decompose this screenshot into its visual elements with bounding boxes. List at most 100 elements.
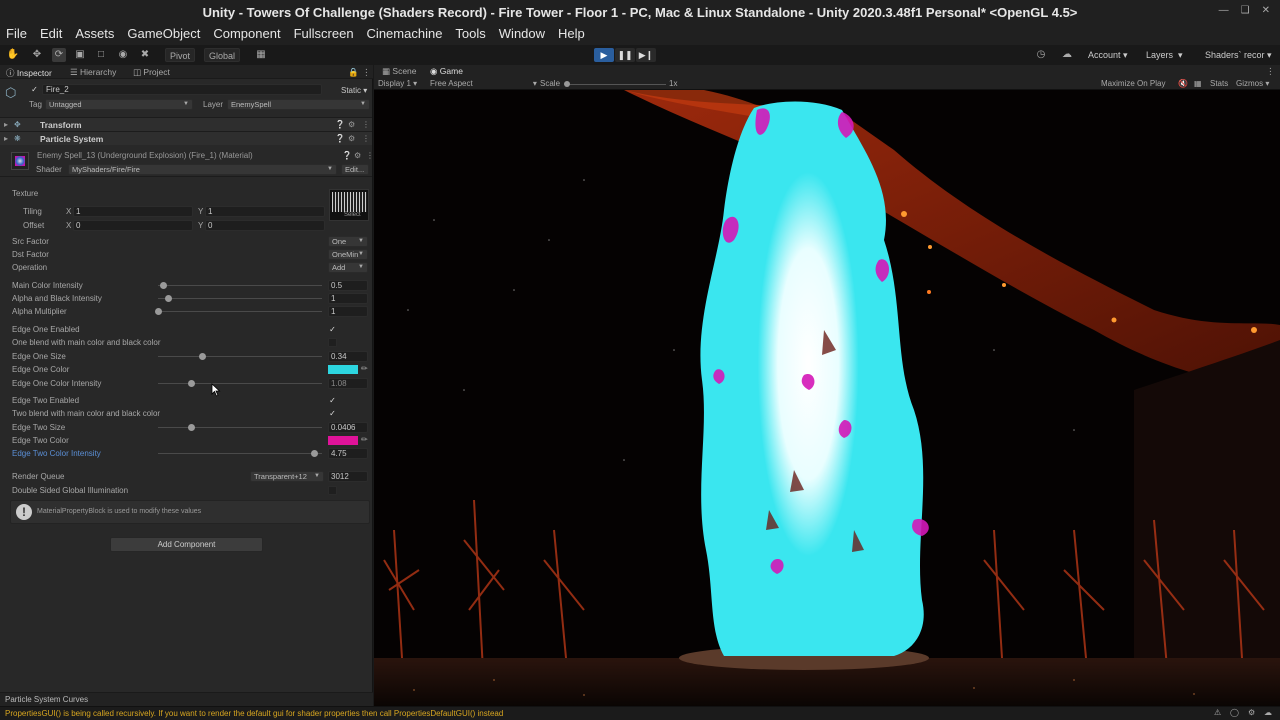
tiling-x-field[interactable]: 1 bbox=[73, 206, 193, 217]
menu-window[interactable]: Window bbox=[495, 24, 549, 45]
game-render[interactable] bbox=[374, 90, 1280, 706]
rotate-tool-icon[interactable]: ⟳ bbox=[52, 48, 66, 62]
edge-one-enabled-checkbox[interactable]: ✓ bbox=[328, 325, 337, 334]
slider-handle[interactable] bbox=[159, 282, 167, 289]
help-icon[interactable]: ❔ bbox=[335, 120, 345, 129]
object-name-field[interactable]: Fire_2 bbox=[42, 84, 322, 95]
double-sided-checkbox[interactable] bbox=[328, 486, 337, 495]
scale-tool-icon[interactable]: ▣ bbox=[73, 48, 87, 62]
close-icon[interactable]: ✕ bbox=[1262, 5, 1270, 16]
menu-help[interactable]: Help bbox=[554, 24, 589, 45]
edge-one-intensity-slider[interactable] bbox=[158, 383, 322, 384]
rect-tool-icon[interactable]: □ bbox=[94, 48, 108, 62]
particle-curves-bar[interactable]: Particle System Curves bbox=[0, 692, 373, 706]
two-blend-checkbox[interactable]: ✓ bbox=[328, 409, 337, 418]
tab-hierarchy[interactable]: ☰ Hierarchy bbox=[70, 67, 116, 78]
edge-one-intensity-field[interactable]: 1.08 bbox=[328, 378, 368, 389]
menu-gameobject[interactable]: GameObject bbox=[123, 24, 204, 45]
pause-button[interactable]: ❚❚ bbox=[615, 48, 635, 62]
menu-cinemachine[interactable]: Cinemachine bbox=[363, 24, 447, 45]
panel-menu-icon[interactable]: ⋮ bbox=[362, 67, 371, 78]
add-component-button[interactable]: Add Component bbox=[110, 537, 263, 552]
eyedropper-icon[interactable]: ✏ bbox=[361, 435, 368, 444]
scale-slider-handle[interactable] bbox=[564, 81, 570, 87]
slider-handle[interactable] bbox=[187, 424, 195, 431]
shader-dropdown[interactable]: MyShaders/Fire/Fire ▼ bbox=[68, 164, 337, 175]
stats-icon[interactable]: ▦ bbox=[1194, 79, 1202, 88]
slider-handle[interactable] bbox=[199, 353, 207, 360]
menu-file[interactable]: File bbox=[2, 24, 31, 45]
slider-handle[interactable] bbox=[155, 308, 162, 315]
layers-dropdown[interactable]: Layers ▾ bbox=[1146, 48, 1183, 62]
tab-game[interactable]: ◉ Game bbox=[430, 66, 463, 77]
dst-factor-dropdown[interactable]: OneMin ▼ bbox=[328, 249, 368, 260]
help-icon[interactable]: ❔ bbox=[342, 151, 352, 160]
particle-system-component[interactable]: ▸ ❋ Particle System ❔ ⚙ ⋮ bbox=[0, 131, 372, 145]
mute-icon[interactable]: 🔇 bbox=[1178, 79, 1188, 88]
settings-icon[interactable]: ⚙ bbox=[348, 134, 355, 143]
stats-toggle[interactable]: Stats bbox=[1210, 79, 1228, 88]
active-checkbox[interactable]: ✓ bbox=[30, 85, 39, 94]
display-dropdown[interactable]: Display 1 ▾ bbox=[378, 79, 417, 88]
static-toggle[interactable]: Static ▾ bbox=[341, 86, 367, 95]
lock-icon[interactable]: 🔒 bbox=[348, 67, 359, 78]
warning-icon[interactable]: ⚠ bbox=[1214, 708, 1221, 717]
help-icon[interactable]: ❔ bbox=[335, 134, 345, 143]
tiling-y-field[interactable]: 1 bbox=[205, 206, 325, 217]
maximize-icon[interactable]: ❑ bbox=[1241, 5, 1250, 16]
edge-two-color-swatch[interactable] bbox=[328, 436, 358, 445]
step-button[interactable]: ▶❙ bbox=[636, 48, 656, 62]
custom-tool-icon[interactable]: ✖ bbox=[138, 48, 152, 62]
pivot-toggle[interactable]: Pivot bbox=[165, 48, 196, 62]
render-queue-field[interactable]: 3012 bbox=[328, 471, 368, 482]
tab-inspector[interactable]: ⓘ Inspector bbox=[6, 67, 52, 79]
menu-fullscreen[interactable]: Fullscreen bbox=[290, 24, 358, 45]
transform-tool-icon[interactable]: ◉ bbox=[116, 48, 130, 62]
render-queue-dropdown[interactable]: Transparent+12 ▼ bbox=[250, 471, 324, 482]
panel-menu-icon[interactable]: ⋮ bbox=[1266, 66, 1275, 77]
edge-one-size-field[interactable]: 0.34 bbox=[328, 351, 368, 362]
src-factor-dropdown[interactable]: One ▼ bbox=[328, 236, 368, 247]
play-button[interactable]: ▶ bbox=[594, 48, 614, 62]
tag-dropdown[interactable]: Untagged ▼ bbox=[45, 99, 193, 110]
slider-handle[interactable] bbox=[310, 450, 318, 457]
menu-edit[interactable]: Edit bbox=[36, 24, 66, 45]
tab-scene[interactable]: ▦ Scene bbox=[382, 66, 417, 77]
offset-y-field[interactable]: 0 bbox=[205, 220, 325, 231]
account-dropdown[interactable]: Account ▾ bbox=[1088, 48, 1128, 62]
aspect-dropdown[interactable]: Free Aspect ▾ bbox=[430, 79, 537, 88]
edit-shader-button[interactable]: Edit... bbox=[341, 164, 369, 175]
slider-handle[interactable] bbox=[187, 380, 195, 387]
edge-one-color-swatch[interactable] bbox=[328, 365, 358, 374]
main-color-intensity-field[interactable]: 0.5 bbox=[328, 280, 368, 291]
collab-icon[interactable]: ☁ bbox=[1264, 708, 1272, 717]
edge-two-intensity-field[interactable]: 4.75 bbox=[328, 448, 368, 459]
move-tool-icon[interactable]: ✥ bbox=[30, 48, 44, 62]
one-blend-checkbox[interactable] bbox=[328, 338, 337, 347]
alpha-mult-slider[interactable] bbox=[158, 311, 322, 312]
layer-dropdown[interactable]: EnemySpell ▼ bbox=[227, 99, 370, 110]
menu-assets[interactable]: Assets bbox=[71, 24, 118, 45]
menu-tools[interactable]: Tools bbox=[451, 24, 489, 45]
operation-dropdown[interactable]: Add ▼ bbox=[328, 262, 368, 273]
maximize-toggle[interactable]: Maximize On Play bbox=[1101, 79, 1165, 88]
global-toggle[interactable]: Global bbox=[204, 48, 241, 62]
hand-tool-icon[interactable]: ✋ bbox=[6, 48, 20, 62]
edge-two-intensity-slider[interactable] bbox=[158, 453, 322, 454]
alpha-black-slider[interactable] bbox=[158, 298, 322, 299]
main-color-intensity-slider[interactable] bbox=[158, 285, 322, 286]
status-message[interactable]: PropertiesGUI() is being called recursiv… bbox=[5, 709, 503, 718]
offset-x-field[interactable]: 0 bbox=[73, 220, 193, 231]
settings-icon[interactable]: ⚙ bbox=[1248, 708, 1255, 717]
menu-component[interactable]: Component bbox=[209, 24, 284, 45]
scale-slider[interactable] bbox=[566, 84, 666, 85]
more-icon[interactable]: ⋮ bbox=[362, 120, 370, 129]
edge-one-size-slider[interactable] bbox=[158, 356, 322, 357]
grid-snap-icon[interactable]: ▦ bbox=[254, 48, 268, 62]
tab-project[interactable]: ◫ Project bbox=[133, 67, 170, 78]
eyedropper-icon[interactable]: ✏ bbox=[361, 364, 368, 373]
layout-dropdown[interactable]: Shaders` recor ▾ bbox=[1205, 48, 1272, 62]
more-icon[interactable]: ⋮ bbox=[362, 134, 370, 143]
cloud-icon[interactable]: ☁ bbox=[1060, 48, 1074, 62]
alpha-mult-field[interactable]: 1 bbox=[328, 306, 368, 317]
